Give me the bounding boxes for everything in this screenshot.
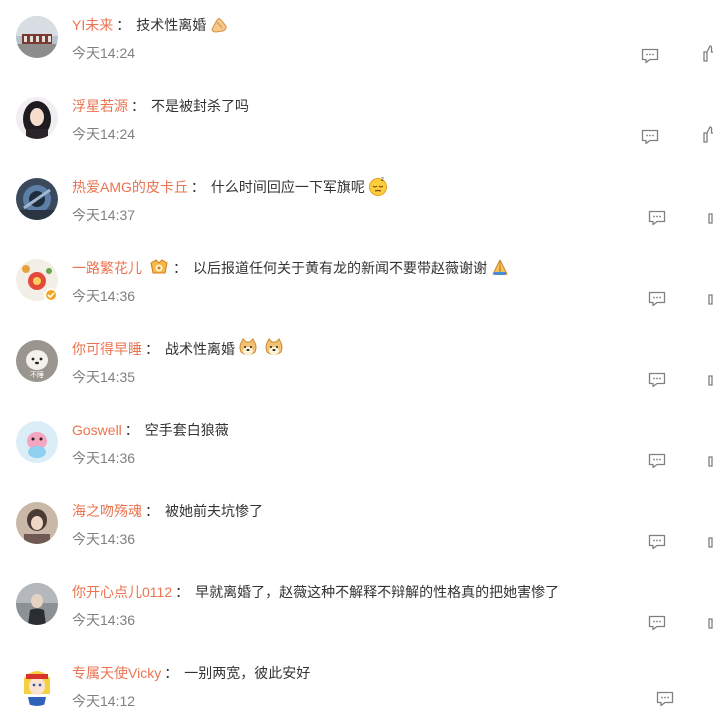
pray-emoji-icon bbox=[492, 259, 508, 275]
reply-icon[interactable] bbox=[648, 453, 666, 469]
like-icon[interactable] bbox=[703, 44, 713, 62]
reply-icon[interactable] bbox=[648, 372, 666, 388]
comment-item: 你开心点儿0112： 早就离婚了，赵薇这种不解释不辩解的性格真的把她害惨了 今天1… bbox=[0, 567, 713, 648]
comment-text: 不是被封杀了吗 bbox=[151, 98, 249, 114]
separator: ： bbox=[190, 179, 205, 195]
comment-item: Goswell： 空手套白狼薇 今天14:36 bbox=[0, 405, 713, 486]
like-icon[interactable] bbox=[708, 368, 713, 386]
username[interactable]: 浮星若源 bbox=[72, 98, 128, 114]
timestamp: 今天14:35 bbox=[72, 369, 136, 385]
comment-text: 一别两宽，彼此安好 bbox=[184, 665, 311, 681]
comment-item: YI未来： 技术性离婚 今天14:24 bbox=[0, 0, 713, 81]
timestamp: 今天14:36 bbox=[72, 288, 136, 304]
comment-text: 以后报道任何关于黄有龙的新闻不要带赵薇谢谢 bbox=[193, 260, 487, 276]
username[interactable]: 热爱AMG的皮卡丘 bbox=[72, 179, 188, 195]
like-icon[interactable] bbox=[708, 530, 713, 548]
separator: ： bbox=[173, 260, 187, 276]
reply-icon[interactable] bbox=[648, 615, 666, 631]
separator: ： bbox=[124, 422, 139, 438]
timestamp: 今天14:37 bbox=[72, 207, 136, 223]
comment-text: 早就离婚了，赵薇这种不解释不辩解的性格真的把她害惨了 bbox=[195, 584, 560, 600]
doge-emoji-icon bbox=[265, 338, 283, 355]
separator: ： bbox=[175, 584, 190, 600]
username[interactable]: YI未来 bbox=[72, 17, 113, 33]
avatar[interactable] bbox=[16, 178, 58, 220]
like-icon[interactable] bbox=[703, 125, 713, 143]
avatar[interactable] bbox=[16, 421, 58, 463]
svg-text:z: z bbox=[381, 177, 384, 183]
username[interactable]: 海之吻殇魂 bbox=[72, 503, 142, 519]
avatar[interactable] bbox=[16, 583, 58, 625]
separator: ： bbox=[164, 665, 179, 681]
timestamp: 今天14:36 bbox=[72, 531, 136, 547]
separator: ： bbox=[145, 341, 159, 357]
username[interactable]: 一路繁花儿 bbox=[72, 260, 142, 276]
timestamp: 今天14:36 bbox=[72, 612, 136, 628]
avatar-caption: 不睡 bbox=[30, 371, 44, 379]
timestamp: 今天14:24 bbox=[72, 126, 136, 142]
fan-badge-icon bbox=[150, 259, 168, 274]
avatar[interactable] bbox=[16, 16, 58, 58]
username[interactable]: 你可得早睡 bbox=[72, 341, 142, 357]
timestamp: 今天14:36 bbox=[72, 450, 136, 466]
like-icon[interactable] bbox=[708, 287, 713, 305]
comment-text: 什么时间回应一下军旗呢 bbox=[210, 179, 365, 195]
username[interactable]: Goswell bbox=[72, 422, 122, 438]
like-icon[interactable] bbox=[708, 206, 713, 224]
comment-text: 被她前夫坑惨了 bbox=[165, 503, 263, 519]
separator: ： bbox=[116, 17, 131, 33]
like-icon[interactable] bbox=[708, 449, 713, 467]
comment-text: 空手套白狼薇 bbox=[144, 422, 229, 438]
username[interactable]: 你开心点儿0112 bbox=[72, 584, 172, 600]
comment-item: 海之吻殇魂： 被她前夫坑惨了 今天14:36 bbox=[0, 486, 713, 567]
avatar[interactable]: 不睡 bbox=[16, 340, 58, 382]
comment-text: 技术性离婚 bbox=[136, 17, 207, 33]
reply-icon[interactable] bbox=[641, 129, 659, 145]
comment-item: 热爱AMG的皮卡丘： 什么时间回应一下军旗呢 z 今天14:37 bbox=[0, 162, 713, 243]
avatar[interactable] bbox=[16, 97, 58, 139]
separator: ： bbox=[131, 98, 145, 114]
comment-item: 不睡 你可得早睡： 战术性离婚 今天14:35 bbox=[0, 324, 713, 405]
doge-emoji-icon bbox=[239, 338, 257, 355]
comment-item: 专属天使Vicky： 一别两宽，彼此安好 今天14:12 bbox=[0, 648, 713, 709]
comment-item: 浮星若源： 不是被封杀了吗 今天14:24 bbox=[0, 81, 713, 162]
comment-item: 一路繁花儿 ： 以后报道任何关于黄有龙的新闻不要带赵薇谢谢 今天14:36 bbox=[0, 243, 713, 324]
timestamp: 今天14:12 bbox=[72, 693, 136, 709]
separator: ： bbox=[145, 503, 159, 519]
reply-icon[interactable] bbox=[648, 291, 666, 307]
reply-icon[interactable] bbox=[648, 534, 666, 550]
avatar[interactable] bbox=[16, 502, 58, 544]
verified-badge-icon bbox=[44, 288, 58, 302]
timestamp: 今天14:24 bbox=[72, 45, 136, 61]
like-icon[interactable] bbox=[708, 611, 713, 629]
reply-icon[interactable] bbox=[648, 210, 666, 226]
comment-text: 战术性离婚 bbox=[165, 341, 235, 357]
avatar[interactable] bbox=[16, 664, 58, 706]
username[interactable]: 专属天使Vicky bbox=[72, 665, 161, 681]
clap-emoji-icon bbox=[211, 18, 227, 33]
reply-icon[interactable] bbox=[656, 691, 674, 707]
sleepy-face-emoji-icon: z bbox=[368, 177, 387, 196]
reply-icon[interactable] bbox=[641, 48, 659, 64]
